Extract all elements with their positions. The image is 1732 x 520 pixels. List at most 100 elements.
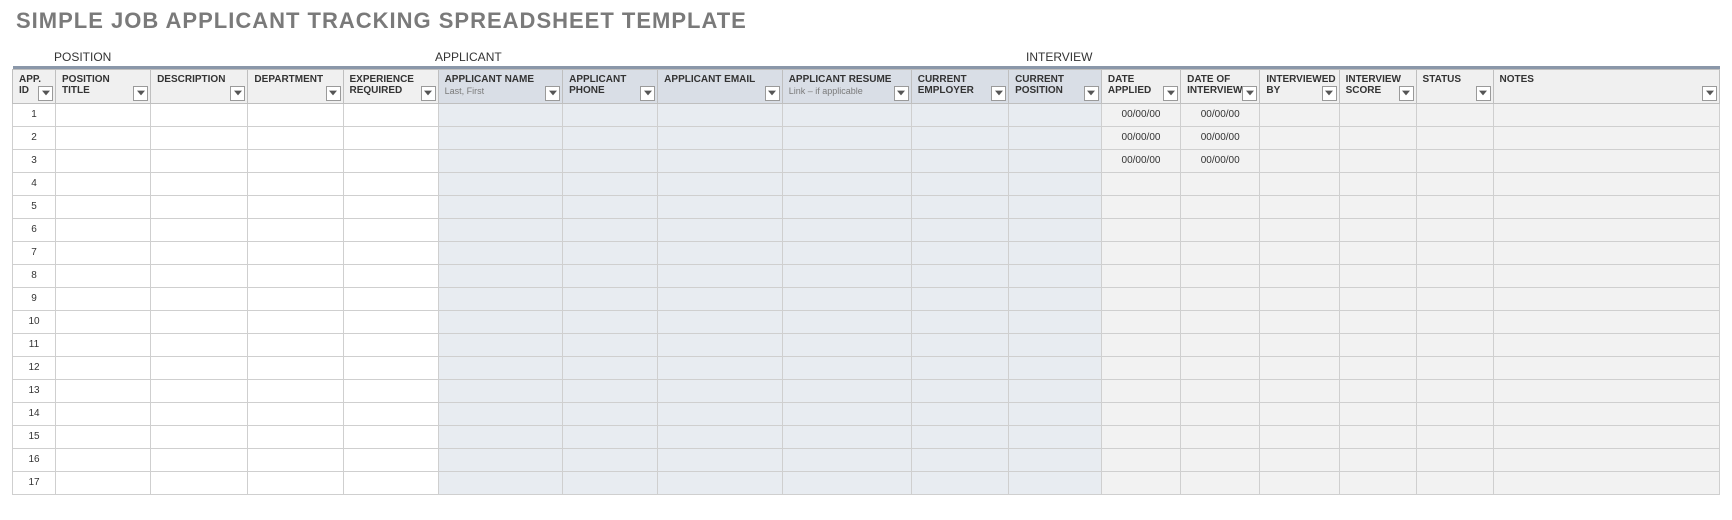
header-applicant-name[interactable]: APPLICANT NAMELast, First — [438, 69, 563, 103]
cell-date_applied[interactable] — [1101, 218, 1180, 241]
cell-interviewed_by[interactable] — [1260, 241, 1339, 264]
cell-status[interactable] — [1416, 333, 1493, 356]
cell-department[interactable] — [248, 264, 343, 287]
header-interviewed-by-filter-button[interactable] — [1322, 86, 1337, 101]
cell-position_title[interactable] — [56, 425, 151, 448]
cell-description[interactable] — [151, 264, 248, 287]
cell-applicant_phone[interactable] — [563, 172, 658, 195]
cell-applicant_name[interactable] — [438, 241, 563, 264]
cell-interview_score[interactable] — [1339, 471, 1416, 494]
cell-applicant_name[interactable] — [438, 264, 563, 287]
header-status-filter-button[interactable] — [1476, 86, 1491, 101]
cell-notes[interactable] — [1493, 310, 1719, 333]
cell-current_employer[interactable] — [911, 379, 1008, 402]
cell-position_title[interactable] — [56, 287, 151, 310]
cell-current_position[interactable] — [1009, 103, 1102, 126]
cell-date_of_interview[interactable] — [1181, 172, 1260, 195]
cell-current_employer[interactable] — [911, 103, 1008, 126]
cell-app_id[interactable]: 13 — [13, 379, 56, 402]
cell-position_title[interactable] — [56, 126, 151, 149]
cell-experience_required[interactable] — [343, 172, 438, 195]
cell-applicant_email[interactable] — [658, 172, 783, 195]
cell-applicant_name[interactable] — [438, 471, 563, 494]
cell-applicant_resume[interactable] — [782, 241, 911, 264]
cell-department[interactable] — [248, 287, 343, 310]
cell-current_employer[interactable] — [911, 241, 1008, 264]
cell-experience_required[interactable] — [343, 425, 438, 448]
cell-applicant_email[interactable] — [658, 218, 783, 241]
cell-department[interactable] — [248, 448, 343, 471]
cell-applicant_phone[interactable] — [563, 103, 658, 126]
cell-description[interactable] — [151, 333, 248, 356]
cell-app_id[interactable]: 5 — [13, 195, 56, 218]
cell-date_of_interview[interactable] — [1181, 241, 1260, 264]
cell-interview_score[interactable] — [1339, 448, 1416, 471]
cell-department[interactable] — [248, 310, 343, 333]
cell-experience_required[interactable] — [343, 471, 438, 494]
cell-description[interactable] — [151, 356, 248, 379]
cell-position_title[interactable] — [56, 172, 151, 195]
cell-app_id[interactable]: 2 — [13, 126, 56, 149]
cell-experience_required[interactable] — [343, 333, 438, 356]
cell-notes[interactable] — [1493, 333, 1719, 356]
cell-notes[interactable] — [1493, 356, 1719, 379]
cell-current_employer[interactable] — [911, 448, 1008, 471]
header-current-position-filter-button[interactable] — [1084, 86, 1099, 101]
cell-app_id[interactable]: 11 — [13, 333, 56, 356]
cell-status[interactable] — [1416, 264, 1493, 287]
cell-notes[interactable] — [1493, 241, 1719, 264]
header-notes-filter-button[interactable] — [1702, 86, 1717, 101]
cell-app_id[interactable]: 7 — [13, 241, 56, 264]
header-description-filter-button[interactable] — [230, 86, 245, 101]
cell-department[interactable] — [248, 425, 343, 448]
cell-applicant_email[interactable] — [658, 379, 783, 402]
cell-department[interactable] — [248, 379, 343, 402]
cell-position_title[interactable] — [56, 448, 151, 471]
cell-status[interactable] — [1416, 241, 1493, 264]
cell-current_employer[interactable] — [911, 402, 1008, 425]
cell-interviewed_by[interactable] — [1260, 264, 1339, 287]
cell-applicant_email[interactable] — [658, 195, 783, 218]
cell-current_employer[interactable] — [911, 264, 1008, 287]
cell-notes[interactable] — [1493, 264, 1719, 287]
cell-applicant_name[interactable] — [438, 310, 563, 333]
cell-interview_score[interactable] — [1339, 172, 1416, 195]
cell-experience_required[interactable] — [343, 402, 438, 425]
cell-date_of_interview[interactable]: 00/00/00 — [1181, 126, 1260, 149]
cell-applicant_phone[interactable] — [563, 379, 658, 402]
cell-app_id[interactable]: 8 — [13, 264, 56, 287]
cell-current_employer[interactable] — [911, 287, 1008, 310]
cell-date_applied[interactable] — [1101, 241, 1180, 264]
cell-applicant_phone[interactable] — [563, 402, 658, 425]
header-applicant-phone[interactable]: APPLICANT PHONE — [563, 69, 658, 103]
cell-status[interactable] — [1416, 172, 1493, 195]
cell-applicant_resume[interactable] — [782, 379, 911, 402]
cell-interviewed_by[interactable] — [1260, 356, 1339, 379]
cell-interviewed_by[interactable] — [1260, 287, 1339, 310]
cell-experience_required[interactable] — [343, 218, 438, 241]
cell-position_title[interactable] — [56, 195, 151, 218]
cell-applicant_email[interactable] — [658, 356, 783, 379]
cell-position_title[interactable] — [56, 333, 151, 356]
cell-interviewed_by[interactable] — [1260, 471, 1339, 494]
cell-current_position[interactable] — [1009, 310, 1102, 333]
cell-applicant_name[interactable] — [438, 425, 563, 448]
cell-applicant_phone[interactable] — [563, 241, 658, 264]
cell-applicant_resume[interactable] — [782, 471, 911, 494]
cell-applicant_email[interactable] — [658, 103, 783, 126]
cell-description[interactable] — [151, 402, 248, 425]
cell-current_position[interactable] — [1009, 333, 1102, 356]
cell-current_position[interactable] — [1009, 126, 1102, 149]
cell-experience_required[interactable] — [343, 264, 438, 287]
cell-date_of_interview[interactable]: 00/00/00 — [1181, 149, 1260, 172]
cell-department[interactable] — [248, 471, 343, 494]
cell-department[interactable] — [248, 195, 343, 218]
cell-applicant_email[interactable] — [658, 333, 783, 356]
cell-interview_score[interactable] — [1339, 287, 1416, 310]
header-applicant-resume-filter-button[interactable] — [894, 86, 909, 101]
cell-experience_required[interactable] — [343, 126, 438, 149]
cell-notes[interactable] — [1493, 471, 1719, 494]
cell-position_title[interactable] — [56, 264, 151, 287]
header-current-employer[interactable]: CURRENT EMPLOYER — [911, 69, 1008, 103]
cell-description[interactable] — [151, 287, 248, 310]
